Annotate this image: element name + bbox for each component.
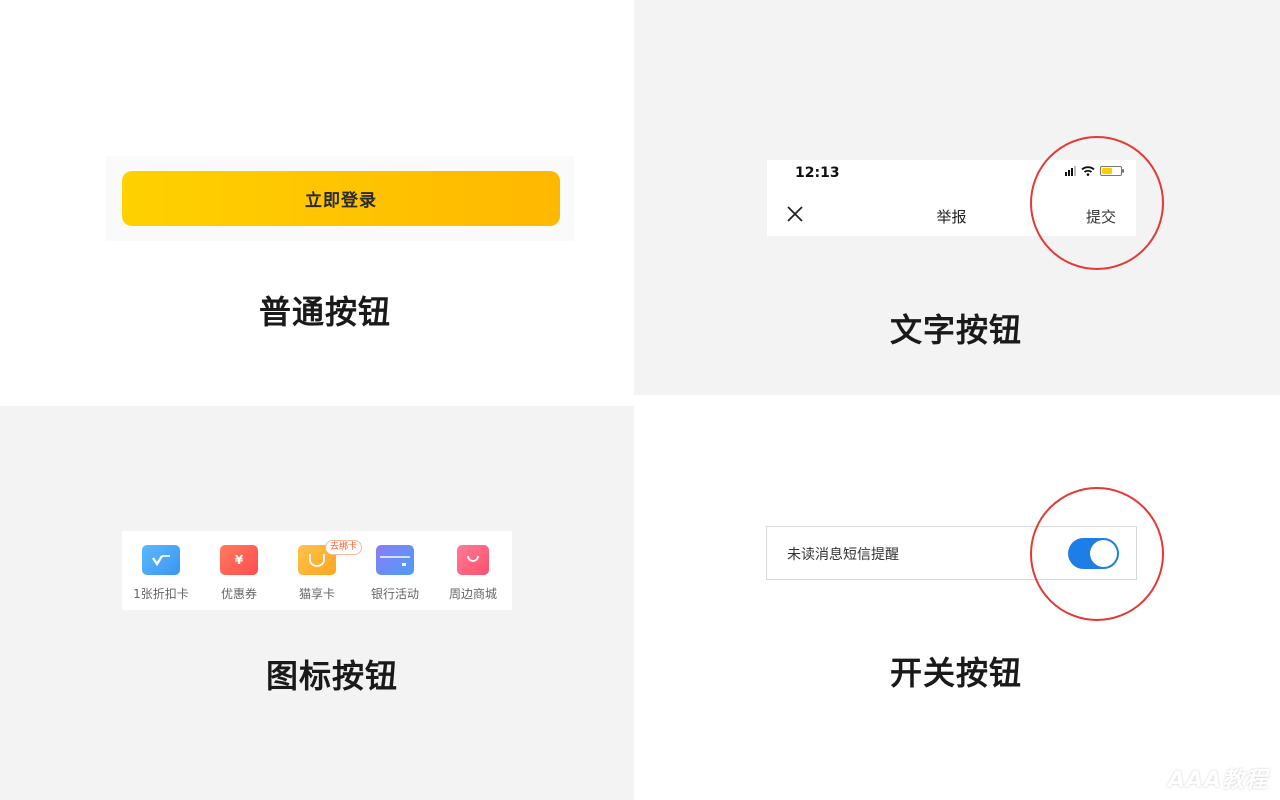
switch-label: 未读消息短信提醒 (787, 547, 899, 563)
icon-button-discount-card[interactable]: 1张折扣卡 (125, 545, 197, 602)
icon-button-row: 1张折扣卡 ¥ 优惠券 去绑卡 猫享卡 银行活动 周边商城 (122, 531, 512, 610)
login-button[interactable]: 立即登录 (122, 171, 560, 226)
icon-button-cat-card[interactable]: 去绑卡 猫享卡 (281, 540, 363, 602)
text-button-panel: 12:13 举报 提交 文字按钮 (634, 0, 1280, 395)
bind-card-badge: 去绑卡 (325, 540, 363, 555)
highlight-circle (1030, 136, 1164, 270)
bank-card-icon (376, 545, 414, 575)
caption-text-button: 文字按钮 (890, 311, 1023, 349)
icon-label: 银行活动 (370, 587, 419, 601)
status-time: 12:13 (795, 165, 840, 181)
icon-label: 优惠券 (220, 587, 257, 601)
icon-button-bank-activity[interactable]: 银行活动 (359, 545, 431, 602)
caption-icon-button: 图标按钮 (266, 657, 399, 695)
icon-button-coupon[interactable]: ¥ 优惠券 (203, 545, 275, 602)
normal-button-panel: 立即登录 普通按钮 (0, 0, 634, 406)
icon-label: 周边商城 (448, 587, 497, 601)
coupon-icon: ¥ (220, 545, 258, 575)
discount-card-icon (142, 545, 180, 575)
icon-label: 1张折扣卡 (133, 587, 189, 601)
caption-normal-button: 普通按钮 (259, 293, 392, 331)
switch-button-panel: 未读消息短信提醒 开关按钮 (634, 395, 1280, 800)
icon-button-merch-store[interactable]: 周边商城 (437, 545, 509, 602)
shopping-bag-icon (457, 545, 489, 575)
highlight-circle (1030, 487, 1164, 621)
watermark: AAA教程 (1167, 768, 1268, 793)
caption-switch-button: 开关按钮 (890, 654, 1023, 692)
icon-button-panel: 1张折扣卡 ¥ 优惠券 去绑卡 猫享卡 银行活动 周边商城 图标按钮 (0, 406, 634, 800)
icon-label: 猫享卡 (298, 587, 335, 601)
